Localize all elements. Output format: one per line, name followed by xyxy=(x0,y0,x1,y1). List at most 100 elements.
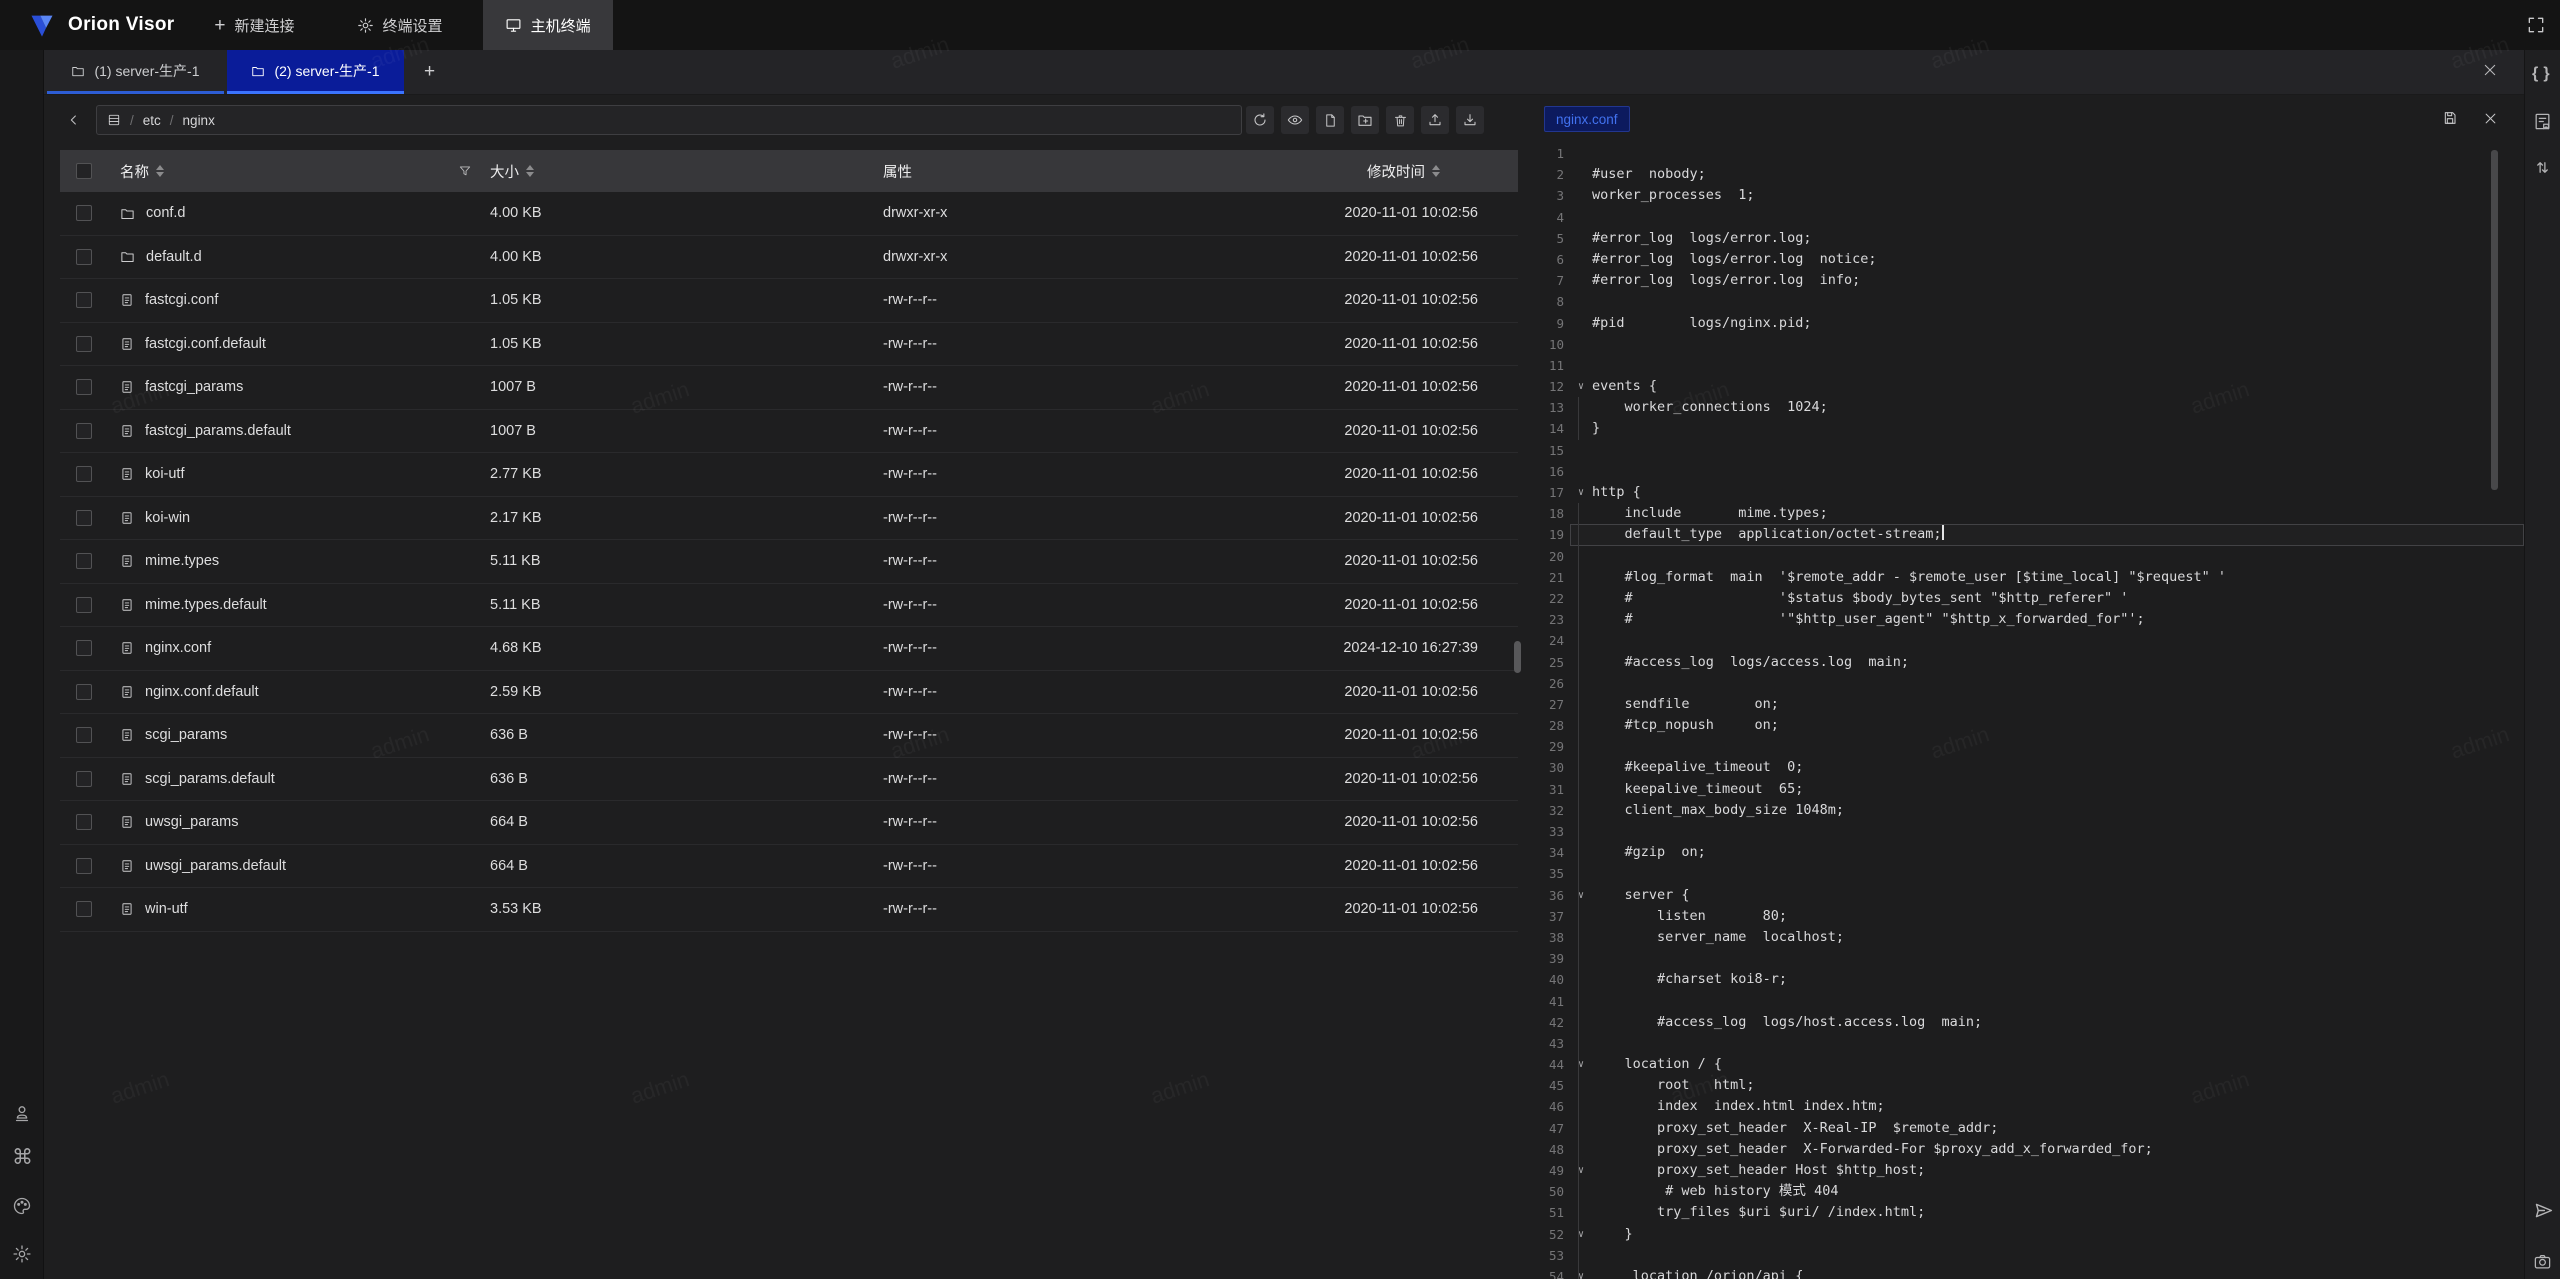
code-line[interactable]: 21 #log_format main '$remote_addr - $rem… xyxy=(1540,567,2524,588)
row-checkbox[interactable] xyxy=(76,684,92,700)
code-line[interactable]: 17∨http { xyxy=(1540,482,2524,503)
column-name[interactable]: 名称 xyxy=(120,161,164,182)
row-checkbox[interactable] xyxy=(76,597,92,613)
menu-new-connection[interactable]: + 新建连接 xyxy=(192,0,316,50)
code-line[interactable]: 10 xyxy=(1540,334,2524,355)
table-row[interactable]: mime.types.default5.11 KB-rw-r--r--2020-… xyxy=(60,584,1518,628)
code-area[interactable]: 12#user nobody;3worker_processes 1;45#er… xyxy=(1540,143,2524,1279)
file-name[interactable]: uwsgi_params xyxy=(145,814,239,830)
row-checkbox[interactable] xyxy=(76,553,92,569)
column-size[interactable]: 大小 xyxy=(490,161,534,182)
code-line[interactable]: 32 client_max_body_size 1048m; xyxy=(1540,800,2524,821)
add-tab-button[interactable]: + xyxy=(404,50,455,94)
code-line[interactable]: 24 xyxy=(1540,630,2524,651)
fold-chevron-icon[interactable]: ∨ xyxy=(1570,1224,1592,1245)
row-checkbox[interactable] xyxy=(76,771,92,787)
code-line[interactable]: 44∨ location / { xyxy=(1540,1054,2524,1075)
code-line[interactable]: 41 xyxy=(1540,991,2524,1012)
code-line[interactable]: 3worker_processes 1; xyxy=(1540,185,2524,206)
file-name[interactable]: uwsgi_params.default xyxy=(145,858,286,874)
table-row[interactable]: uwsgi_params664 B-rw-r--r--2020-11-01 10… xyxy=(60,801,1518,845)
code-line[interactable]: 20 xyxy=(1540,546,2524,567)
code-line[interactable]: 31 keepalive_timeout 65; xyxy=(1540,779,2524,800)
settings-gear-icon[interactable] xyxy=(12,1244,32,1264)
panel-splitter-handle[interactable] xyxy=(1514,641,1521,673)
file-name[interactable]: fastcgi.conf.default xyxy=(145,336,266,352)
code-line[interactable]: 34 #gzip on; xyxy=(1540,842,2524,863)
table-row[interactable]: fastcgi_params.default1007 B-rw-r--r--20… xyxy=(60,410,1518,454)
code-line[interactable]: 46 index index.html index.htm; xyxy=(1540,1096,2524,1117)
fold-chevron-icon[interactable]: ∨ xyxy=(1570,1266,1592,1279)
fold-chevron-icon[interactable]: ∨ xyxy=(1570,482,1592,503)
delete-trash-button[interactable] xyxy=(1386,106,1414,134)
tab-server-2-active[interactable]: (2) server-生产-1 xyxy=(227,50,404,94)
fold-chevron-icon[interactable]: ∨ xyxy=(1570,1054,1592,1075)
code-line[interactable]: 1 xyxy=(1540,143,2524,164)
row-checkbox[interactable] xyxy=(76,901,92,917)
sort-name-icon[interactable] xyxy=(156,165,164,177)
menu-terminal-settings[interactable]: 终端设置 xyxy=(335,0,465,50)
code-line[interactable]: 53 xyxy=(1540,1245,2524,1266)
file-name[interactable]: win-utf xyxy=(145,901,188,917)
file-name[interactable]: default.d xyxy=(146,249,202,265)
row-checkbox[interactable] xyxy=(76,249,92,265)
menu-host-terminal[interactable]: 主机终端 xyxy=(483,0,613,50)
braces-json-icon[interactable]: { } xyxy=(2532,65,2551,83)
code-line[interactable]: 25 #access_log logs/access.log main; xyxy=(1540,652,2524,673)
table-row[interactable]: mime.types5.11 KB-rw-r--r--2020-11-01 10… xyxy=(60,540,1518,584)
table-row[interactable]: fastcgi_params1007 B-rw-r--r--2020-11-01… xyxy=(60,366,1518,410)
file-name[interactable]: scgi_params xyxy=(145,727,227,743)
select-all-checkbox[interactable] xyxy=(76,163,92,179)
code-line[interactable]: 43 xyxy=(1540,1033,2524,1054)
fold-chevron-icon[interactable]: ∨ xyxy=(1570,885,1592,906)
code-line[interactable]: 51 try_files $uri $uri/ /index.html; xyxy=(1540,1202,2524,1223)
row-checkbox[interactable] xyxy=(76,727,92,743)
file-name[interactable]: mime.types xyxy=(145,553,219,569)
code-line[interactable]: 37 listen 80; xyxy=(1540,906,2524,927)
fold-chevron-icon[interactable]: ∨ xyxy=(1570,1160,1592,1181)
table-row[interactable]: win-utf3.53 KB-rw-r--r--2020-11-01 10:02… xyxy=(60,888,1518,932)
table-row[interactable]: uwsgi_params.default664 B-rw-r--r--2020-… xyxy=(60,845,1518,889)
row-checkbox[interactable] xyxy=(76,814,92,830)
row-checkbox[interactable] xyxy=(76,205,92,221)
code-line[interactable]: 42 #access_log logs/host.access.log main… xyxy=(1540,1012,2524,1033)
table-row[interactable]: scgi_params.default636 B-rw-r--r--2020-1… xyxy=(60,758,1518,802)
show-hidden-eye-button[interactable] xyxy=(1281,106,1309,134)
code-line[interactable]: 30 #keepalive_timeout 0; xyxy=(1540,757,2524,778)
file-name[interactable]: koi-win xyxy=(145,510,190,526)
row-checkbox[interactable] xyxy=(76,379,92,395)
file-name[interactable]: nginx.conf xyxy=(145,640,211,656)
code-line[interactable]: 36∨ server { xyxy=(1540,885,2524,906)
file-name[interactable]: conf.d xyxy=(146,205,186,221)
sort-size-icon[interactable] xyxy=(526,165,534,177)
table-row[interactable]: scgi_params636 B-rw-r--r--2020-11-01 10:… xyxy=(60,714,1518,758)
code-line[interactable]: 6#error_log logs/error.log notice; xyxy=(1540,249,2524,270)
code-line[interactable]: 5#error_log logs/error.log; xyxy=(1540,228,2524,249)
palette-theme-icon[interactable] xyxy=(12,1196,32,1216)
code-line[interactable]: 2#user nobody; xyxy=(1540,164,2524,185)
code-line[interactable]: 9#pid logs/nginx.pid; xyxy=(1540,313,2524,334)
row-checkbox[interactable] xyxy=(76,466,92,482)
code-line[interactable]: 28 #tcp_nopush on; xyxy=(1540,715,2524,736)
code-line[interactable]: 14} xyxy=(1540,418,2524,439)
code-line[interactable]: 27 sendfile on; xyxy=(1540,694,2524,715)
file-name[interactable]: nginx.conf.default xyxy=(145,684,259,700)
save-button[interactable] xyxy=(2437,105,2463,131)
file-name[interactable]: fastcgi_params.default xyxy=(145,423,291,439)
row-checkbox[interactable] xyxy=(76,640,92,656)
fold-chevron-icon[interactable]: ∨ xyxy=(1570,376,1592,397)
code-line[interactable]: 23 # '"$http_user_agent" "$http_x_forwar… xyxy=(1540,609,2524,630)
command-snippets-icon[interactable]: ⌘ xyxy=(12,1148,33,1168)
table-row[interactable]: default.d4.00 KBdrwxr-xr-x2020-11-01 10:… xyxy=(60,236,1518,280)
breadcrumb-etc[interactable]: etc xyxy=(143,113,161,128)
code-line[interactable]: 50 # web history 模式 404 xyxy=(1540,1181,2524,1202)
upload-button[interactable] xyxy=(1421,106,1449,134)
code-line[interactable]: 12∨events { xyxy=(1540,376,2524,397)
new-folder-button[interactable] xyxy=(1351,106,1379,134)
tab-server-1[interactable]: (1) server-生产-1 xyxy=(47,50,224,94)
code-line[interactable]: 16 xyxy=(1540,461,2524,482)
row-checkbox[interactable] xyxy=(76,292,92,308)
code-line[interactable]: 45 root html; xyxy=(1540,1075,2524,1096)
code-line[interactable]: 26 xyxy=(1540,673,2524,694)
sort-updown-icon[interactable] xyxy=(2533,158,2552,177)
